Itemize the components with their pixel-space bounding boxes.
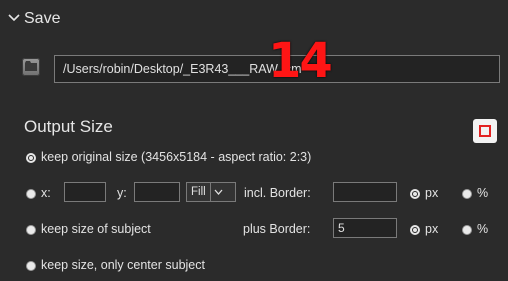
x-input[interactable] bbox=[64, 182, 106, 202]
label-keep-original: keep original size (3456x5184 - aspect r… bbox=[41, 150, 312, 164]
folder-button[interactable] bbox=[22, 58, 40, 76]
y-input[interactable] bbox=[134, 182, 180, 202]
radio-incl-border-pct[interactable] bbox=[462, 189, 472, 199]
stop-button[interactable] bbox=[473, 119, 497, 143]
radio-plus-border-pct[interactable] bbox=[462, 225, 472, 235]
chevron-down-icon bbox=[209, 183, 227, 201]
fill-select[interactable]: Fill bbox=[186, 182, 236, 202]
plus-border-input[interactable]: 5 bbox=[333, 218, 397, 238]
label-x: x: bbox=[41, 186, 51, 200]
label-center-subject: keep size, only center subject bbox=[41, 258, 205, 272]
label-incl-border-pct: % bbox=[477, 186, 489, 200]
label-keep-subject: keep size of subject bbox=[41, 222, 151, 236]
radio-keep-subject[interactable] bbox=[26, 225, 36, 235]
section-title-output-size: Output Size bbox=[24, 117, 113, 136]
fill-select-value: Fill bbox=[191, 186, 206, 198]
radio-custom-size[interactable] bbox=[26, 189, 36, 199]
radio-incl-border-px[interactable] bbox=[410, 189, 420, 199]
section-title-save: Save bbox=[24, 10, 61, 27]
folder-icon bbox=[25, 58, 37, 76]
label-plus-border-px: px bbox=[425, 222, 439, 236]
label-plus-border-pct: % bbox=[477, 222, 489, 236]
label-incl-border-px: px bbox=[425, 186, 439, 200]
radio-plus-border-px[interactable] bbox=[410, 225, 420, 235]
overlay-number-badge: 14 bbox=[268, 33, 333, 89]
label-incl-border: incl. Border: bbox=[244, 186, 311, 200]
label-plus-border: plus Border: bbox=[243, 222, 311, 236]
label-y: y: bbox=[117, 186, 127, 200]
chevron-down-icon[interactable] bbox=[8, 10, 20, 28]
incl-border-input[interactable] bbox=[333, 182, 397, 202]
radio-keep-original[interactable] bbox=[26, 153, 36, 163]
stop-icon bbox=[479, 125, 491, 137]
radio-center-subject[interactable] bbox=[26, 261, 36, 271]
